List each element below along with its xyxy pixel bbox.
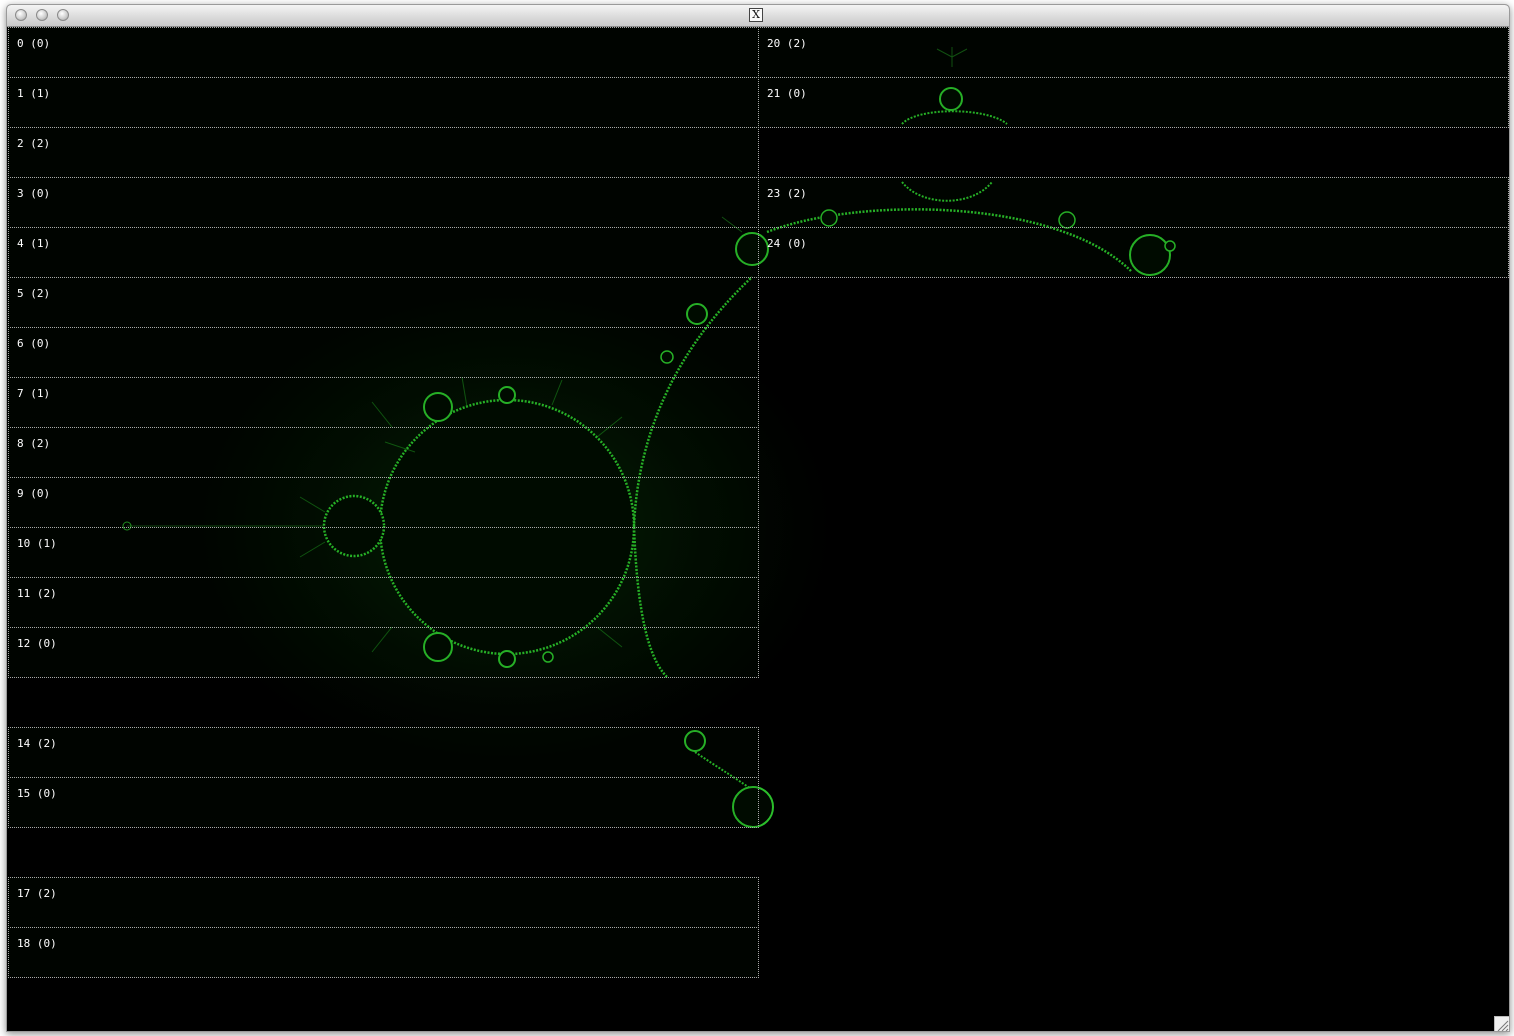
close-button[interactable] bbox=[15, 9, 27, 21]
tile-label: 6 (0) bbox=[17, 337, 51, 350]
tile-1: 1 (1) bbox=[8, 77, 759, 128]
tile-label: 24 (0) bbox=[767, 237, 807, 250]
tile-8: 8 (2) bbox=[8, 427, 759, 478]
tile-18: 18 (0) bbox=[8, 927, 759, 978]
app-window: X 0 (0) 1 (1) 2 (2) 3 (0) 4 (1) 5 (2) 6 … bbox=[6, 4, 1510, 1032]
tile-label: 23 (2) bbox=[767, 187, 807, 200]
resize-grip-icon[interactable] bbox=[1494, 1016, 1509, 1031]
tile-label: 9 (0) bbox=[17, 487, 51, 500]
tile-label: 18 (0) bbox=[17, 937, 57, 950]
tile-5: 5 (2) bbox=[8, 277, 759, 328]
tile-label: 5 (2) bbox=[17, 287, 51, 300]
tile-label: 11 (2) bbox=[17, 587, 57, 600]
tile-24: 24 (0) bbox=[758, 227, 1509, 278]
tile-label: 21 (0) bbox=[767, 87, 807, 100]
tile-7: 7 (1) bbox=[8, 377, 759, 428]
tile-11: 11 (2) bbox=[8, 577, 759, 628]
render-canvas[interactable]: 0 (0) 1 (1) 2 (2) 3 (0) 4 (1) 5 (2) 6 (0… bbox=[7, 27, 1509, 1031]
tile-14: 14 (2) bbox=[8, 727, 759, 778]
tile-label: 12 (0) bbox=[17, 637, 57, 650]
tile-21: 21 (0) bbox=[758, 77, 1509, 128]
tile-label: 10 (1) bbox=[17, 537, 57, 550]
tile-12: 12 (0) bbox=[8, 627, 759, 678]
tile-label: 1 (1) bbox=[17, 87, 51, 100]
tile-15: 15 (0) bbox=[8, 777, 759, 828]
tile-label: 0 (0) bbox=[17, 37, 51, 50]
tile-3: 3 (0) bbox=[8, 177, 759, 228]
tile-10: 10 (1) bbox=[8, 527, 759, 578]
tile-label: 2 (2) bbox=[17, 137, 51, 150]
tile-label: 8 (2) bbox=[17, 437, 51, 450]
tile-17: 17 (2) bbox=[8, 877, 759, 928]
tile-20: 20 (2) bbox=[758, 27, 1509, 78]
tile-label: 14 (2) bbox=[17, 737, 57, 750]
zoom-button[interactable] bbox=[57, 9, 69, 21]
tile-6: 6 (0) bbox=[8, 327, 759, 378]
tile-4: 4 (1) bbox=[8, 227, 759, 278]
tile-label: 17 (2) bbox=[17, 887, 57, 900]
tile-label: 4 (1) bbox=[17, 237, 51, 250]
title-bar[interactable]: X bbox=[7, 5, 1509, 27]
tile-23: 23 (2) bbox=[758, 177, 1509, 228]
minimize-button[interactable] bbox=[36, 9, 48, 21]
tile-0: 0 (0) bbox=[8, 27, 759, 78]
tile-label: 15 (0) bbox=[17, 787, 57, 800]
diagonal-lines-icon bbox=[1497, 1020, 1509, 1031]
tile-label: 7 (1) bbox=[17, 387, 51, 400]
tile-9: 9 (0) bbox=[8, 477, 759, 528]
x11-app-icon: X bbox=[749, 8, 763, 22]
tile-label: 20 (2) bbox=[767, 37, 807, 50]
tile-label: 3 (0) bbox=[17, 187, 51, 200]
tile-2: 2 (2) bbox=[8, 127, 759, 178]
